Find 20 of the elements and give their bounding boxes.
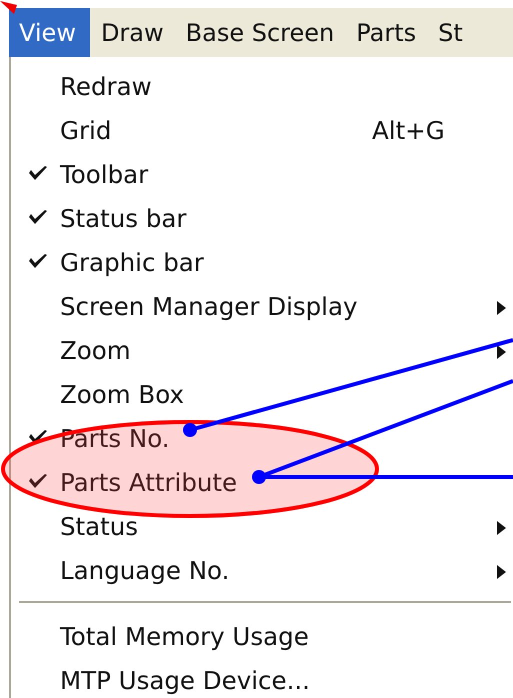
menu-bar-item[interactable]: Parts (345, 8, 428, 57)
menu-item[interactable]: Status bar (60, 204, 186, 232)
menu-item[interactable]: Screen Manager Display (60, 292, 358, 320)
menu-item[interactable]: Toolbar (60, 160, 148, 188)
menu-item[interactable]: Zoom (60, 336, 131, 364)
pointer-arrow (0, 1, 17, 14)
menu-item[interactable]: Zoom Box (60, 380, 184, 408)
menu-item[interactable]: Total Memory Usage (60, 622, 309, 650)
menu-item[interactable]: Grid (60, 116, 112, 144)
menu-item[interactable]: Graphic bar (60, 248, 204, 276)
menu-bar-item[interactable]: Base Screen (174, 8, 346, 57)
menu-bar-item[interactable]: View (9, 8, 90, 57)
menu-bar-item[interactable]: Draw (90, 8, 175, 57)
menu-item[interactable]: MTP Usage Device... (60, 666, 310, 694)
menu-item[interactable]: Language No. (60, 556, 230, 584)
shortcut-label: Alt+G (372, 116, 445, 144)
menu-bar-item[interactable]: St (427, 8, 474, 57)
menu-item[interactable]: Status (60, 512, 138, 540)
menu-item[interactable]: Parts Attribute (60, 468, 238, 496)
menu-item[interactable]: Redraw (60, 72, 152, 100)
